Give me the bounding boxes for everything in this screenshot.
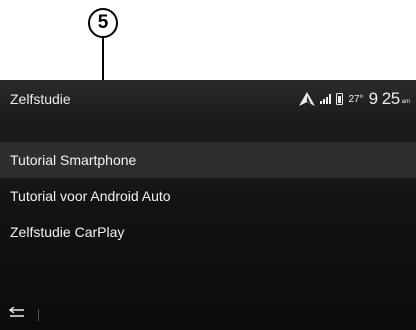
menu-item-tutorial-android-auto[interactable]: Tutorial voor Android Auto xyxy=(0,178,416,214)
menu-item-zelfstudie-carplay[interactable]: Zelfstudie CarPlay xyxy=(0,214,416,250)
page-title: Zelfstudie xyxy=(10,91,71,107)
status-bar: 27° 9 25 am xyxy=(299,87,410,111)
menu-item-tutorial-smartphone[interactable]: Tutorial Smartphone xyxy=(0,142,416,178)
clock-time: 9 25 xyxy=(368,89,401,108)
footer-divider xyxy=(38,309,39,321)
navigation-arrow-icon xyxy=(299,92,316,106)
infotainment-screen: Zelfstudie 27° 9 25 am Tutorial Smartpho… xyxy=(0,80,416,330)
footer-bar xyxy=(8,306,39,324)
tutorial-menu: Tutorial Smartphone Tutorial voor Androi… xyxy=(0,142,416,250)
clock-suffix: am xyxy=(401,98,410,105)
header-bar: Zelfstudie 27° 9 25 am xyxy=(0,80,416,120)
back-arrow-icon[interactable] xyxy=(8,306,26,324)
temperature: 27° xyxy=(348,93,364,105)
callout-number: 5 xyxy=(88,8,118,38)
phone-battery-icon xyxy=(336,93,344,105)
signal-bars-icon xyxy=(320,94,332,104)
